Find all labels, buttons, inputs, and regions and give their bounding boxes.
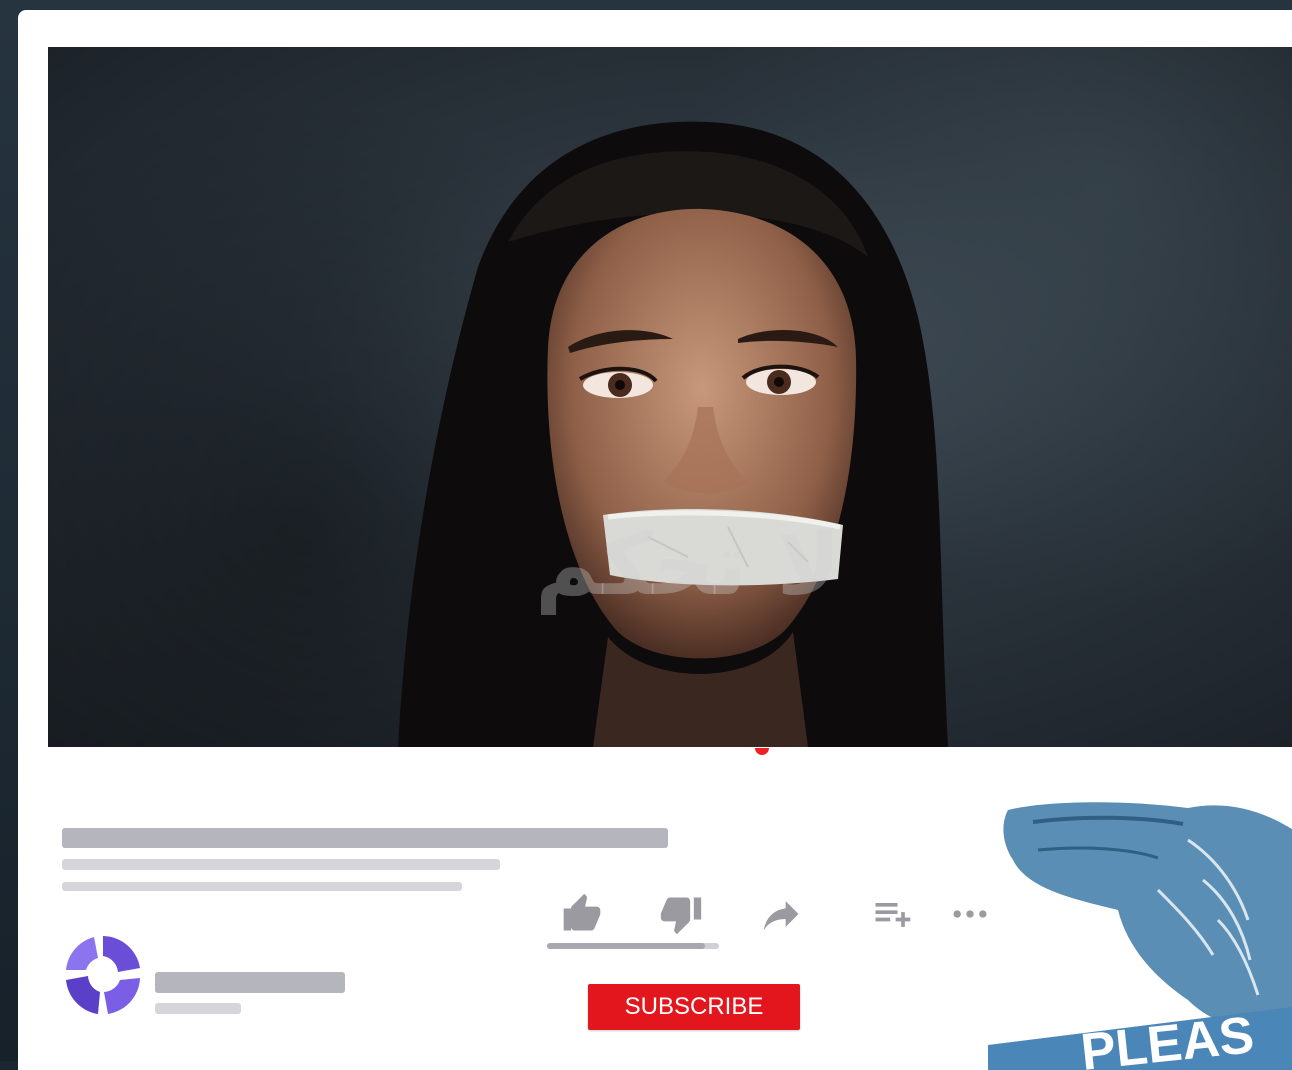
- video-meta-placeholder-2: [62, 882, 462, 891]
- woman-portrait-illustration: [398, 121, 948, 747]
- video-card: لا تحكم SUBSCRIBE PLEAS: [18, 10, 1292, 1070]
- progress-indicator: [755, 748, 769, 755]
- playlist-add-icon: [875, 903, 911, 927]
- like-button[interactable]: [560, 892, 604, 936]
- more-horizontal-icon: [953, 910, 987, 918]
- video-thumbnail[interactable]: لا تحكم: [48, 47, 1292, 747]
- thumb-down-icon: [660, 897, 702, 935]
- dislike-button[interactable]: [659, 892, 703, 936]
- add-to-playlist-button[interactable]: [870, 892, 914, 936]
- subscribe-button[interactable]: SUBSCRIBE: [588, 984, 800, 1030]
- more-button[interactable]: [948, 892, 992, 936]
- channel-subs-placeholder: [155, 1003, 241, 1014]
- channel-name-placeholder: [155, 972, 345, 993]
- arabic-overlay-text: لا تحكم: [535, 515, 841, 615]
- like-ratio-fill: [547, 943, 706, 949]
- share-arrow-icon: [763, 901, 799, 931]
- channel-logo-icon[interactable]: [58, 930, 148, 1020]
- video-meta-placeholder: [62, 859, 500, 870]
- pointing-hand-illustration: PLEAS: [988, 802, 1292, 1070]
- thumb-up-icon: [563, 893, 601, 931]
- video-title-placeholder: [62, 828, 668, 848]
- pointer-art-text: PLEAS: [1078, 1006, 1256, 1070]
- like-dislike-bar: [547, 943, 719, 949]
- share-button[interactable]: [760, 892, 804, 936]
